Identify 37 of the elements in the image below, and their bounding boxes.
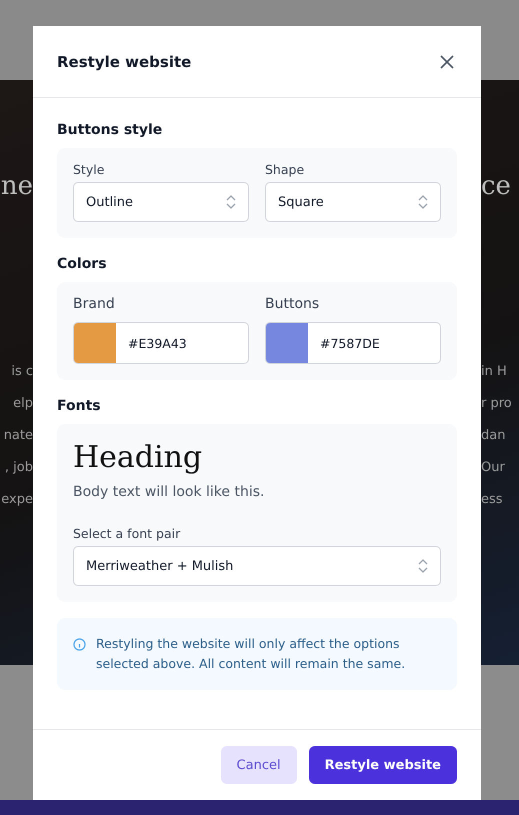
color-field[interactable]: #7587DE (265, 322, 441, 364)
color-swatch[interactable] (74, 323, 116, 363)
info-icon (73, 638, 86, 651)
hero-text: is c (11, 363, 33, 381)
hero-text: r pro (481, 395, 512, 413)
hero-text: expe (1, 491, 33, 509)
heading-preview: Heading (73, 439, 204, 477)
hero-headline: ne (0, 170, 33, 203)
dialog-title: Restyle website (57, 52, 192, 70)
chevron-updown-icon (226, 194, 236, 210)
section-title: Buttons style (57, 122, 164, 138)
field-label: Buttons (265, 296, 320, 312)
restyle-button[interactable]: Restyle website (308, 746, 457, 784)
chevron-updown-icon (418, 558, 428, 574)
color-field[interactable]: #E39A43 (73, 322, 249, 364)
section-title: Colors (57, 256, 108, 272)
hero-headline: ce (481, 170, 511, 203)
field-label: Brand (73, 296, 116, 312)
notice-text: Restyling the website will only affect the options selected above. All content will remain the same. (96, 635, 406, 673)
field-label: Select a font pair (73, 526, 182, 541)
hero-text: , job (4, 459, 33, 477)
body-preview: Body text will look like this. (73, 484, 266, 500)
chevron-updown-icon (418, 194, 428, 210)
field-label: Style (73, 162, 106, 177)
select-field[interactable]: Merriweather + Mulish (73, 546, 441, 586)
hero-text: Our (481, 459, 506, 477)
hero-text: ess (481, 491, 504, 509)
section-title: Fonts (57, 398, 102, 414)
select-field[interactable]: Outline (73, 182, 249, 222)
color-swatch[interactable] (266, 323, 308, 363)
field-label: Shape (265, 162, 306, 177)
hero-text: dan (481, 427, 506, 445)
hero-text: nate (4, 427, 33, 445)
select-field[interactable]: Square (265, 182, 441, 222)
hero-text: elp (13, 395, 33, 413)
hero-text: in H (481, 363, 508, 381)
cancel-button[interactable]: Cancel (220, 746, 297, 784)
